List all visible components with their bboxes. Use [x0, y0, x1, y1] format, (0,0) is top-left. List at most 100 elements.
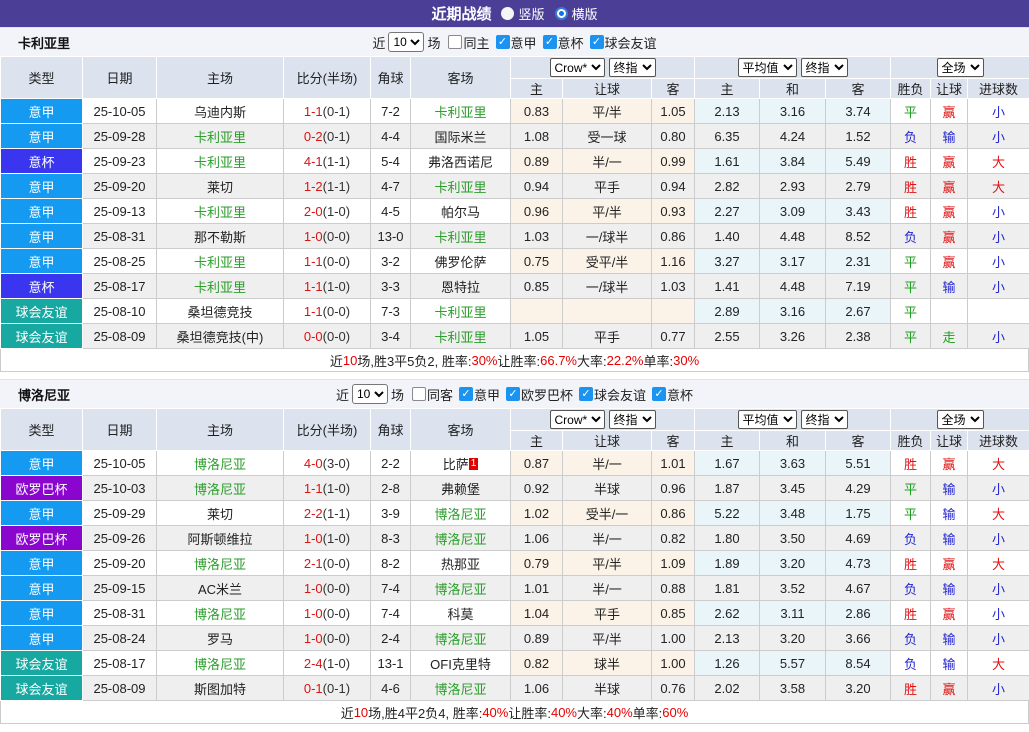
handicap-result: 赢	[930, 198, 969, 224]
summary-segment: 大率:	[577, 353, 607, 369]
average-final-select[interactable]: 终指	[800, 410, 848, 429]
home-team[interactable]: 桑坦德竞技(中)	[156, 323, 284, 349]
away-team[interactable]: 佛罗伦萨	[410, 248, 511, 274]
handicap-away-odds	[651, 298, 695, 324]
away-team[interactable]: 恩特拉	[410, 273, 511, 299]
goals-result: 小	[967, 475, 1029, 501]
score: 1-0(1-0)	[283, 525, 371, 551]
home-team[interactable]: 卡利亚里	[156, 123, 284, 149]
home-team[interactable]: 阿斯顿维拉	[156, 525, 284, 551]
average-select[interactable]: 平均值	[737, 58, 797, 77]
same-venue-checkbox[interactable]	[411, 387, 426, 401]
match-date: 25-08-17	[82, 650, 157, 676]
avg-home-odds: 2.13	[694, 625, 760, 651]
league-checkbox[interactable]: ✓	[652, 387, 667, 401]
horizontal-layout-radio[interactable]	[554, 7, 568, 20]
match-count-select[interactable]: 10	[351, 384, 388, 404]
outcome-result: 负	[890, 650, 932, 676]
handicap-result: 赢	[930, 600, 969, 626]
final-odds-select[interactable]: 终指	[608, 410, 656, 429]
match-row: 意甲 25-10-05 乌迪内斯 1-1(0-1) 7-2 卡利亚里 0.83 平/半 1.05…	[0, 98, 1029, 124]
handicap-result: 赢	[930, 248, 969, 274]
away-team[interactable]: 博洛尼亚	[410, 625, 511, 651]
average-select[interactable]: 平均值	[737, 410, 797, 429]
match-count-select[interactable]: 10	[388, 32, 425, 52]
competition-badge: 意甲	[0, 223, 83, 249]
handicap-line: 平/半	[562, 550, 652, 576]
handicap-result: 赢	[930, 450, 969, 476]
avg-away-odds: 3.43	[824, 198, 892, 224]
score: 0-1(0-1)	[283, 675, 371, 701]
corner-score: 2-4	[370, 625, 411, 651]
league-checkbox[interactable]: ✓	[589, 35, 604, 49]
home-team[interactable]: 博洛尼亚	[156, 600, 284, 626]
league-checkbox[interactable]: ✓	[458, 387, 473, 401]
final-odds-select[interactable]: 终指	[608, 58, 656, 77]
home-team[interactable]: 卡利亚里	[156, 198, 284, 224]
away-team[interactable]: 帕尔马	[410, 198, 511, 224]
scope-select[interactable]: 全场	[936, 410, 984, 429]
same-venue-checkbox[interactable]	[448, 35, 463, 49]
outcome-result: 负	[890, 123, 932, 149]
summary-segment: 近	[340, 705, 354, 721]
col-handicap-result: 让球	[930, 78, 969, 99]
handicap-line: 半/一	[562, 148, 652, 174]
away-team[interactable]: 弗洛西诺尼	[410, 148, 511, 174]
home-team[interactable]: 博洛尼亚	[156, 550, 284, 576]
away-team[interactable]: 比萨 1	[410, 450, 511, 476]
league-checkbox[interactable]: ✓	[495, 35, 510, 49]
vertical-layout-radio[interactable]	[501, 7, 515, 20]
outcome-result: 平	[890, 248, 932, 274]
home-team[interactable]: 莱切	[156, 173, 284, 199]
avg-home-odds: 1.80	[694, 525, 760, 551]
home-team[interactable]: 乌迪内斯	[156, 98, 284, 124]
away-team[interactable]: 卡利亚里	[410, 223, 511, 249]
home-team[interactable]: 桑坦德竞技	[156, 298, 284, 324]
away-team[interactable]: 热那亚	[410, 550, 511, 576]
league-checkbox[interactable]: ✓	[506, 387, 520, 401]
col-outcome: 胜负	[890, 78, 932, 99]
handicap-home-odds: 1.01	[510, 575, 563, 601]
matches-label: 场	[427, 35, 441, 51]
handicap-line: 半/一	[562, 450, 652, 476]
away-team[interactable]: 国际米兰	[410, 123, 511, 149]
results-table: 类型 日期 主场 比分(半场) 角球 客场 Crow* 终指 平均值 终指 全场 主…	[0, 56, 1029, 349]
away-team[interactable]: 博洛尼亚	[410, 575, 511, 601]
away-team[interactable]: 卡利亚里	[410, 298, 511, 324]
home-team[interactable]: 博洛尼亚	[156, 475, 284, 501]
near-label: 近	[335, 387, 349, 403]
scope-select[interactable]: 全场	[936, 58, 984, 77]
away-team[interactable]: 弗赖堡	[410, 475, 511, 501]
away-team[interactable]: 科莫	[410, 600, 511, 626]
col-home: 主场	[156, 408, 284, 451]
home-team[interactable]: 博洛尼亚	[156, 450, 284, 476]
away-team[interactable]: 博洛尼亚	[410, 500, 511, 526]
league-checkbox[interactable]: ✓	[579, 387, 594, 401]
handicap-home-odds: 1.06	[510, 525, 563, 551]
away-team[interactable]: OFI克里特	[410, 650, 511, 676]
league-label: 意杯	[557, 35, 584, 51]
competition-badge: 意甲	[0, 123, 83, 149]
home-team[interactable]: 卡利亚里	[156, 148, 284, 174]
away-team[interactable]: 卡利亚里	[410, 98, 511, 124]
league-checkbox[interactable]: ✓	[542, 35, 557, 49]
home-team[interactable]: 卡利亚里	[156, 273, 284, 299]
home-team[interactable]: 那不勒斯	[156, 223, 284, 249]
away-team[interactable]: 卡利亚里	[410, 173, 511, 199]
away-team[interactable]: 博洛尼亚	[410, 525, 511, 551]
home-team[interactable]: 莱切	[156, 500, 284, 526]
average-final-select[interactable]: 终指	[800, 58, 848, 77]
home-team[interactable]: AC米兰	[156, 575, 284, 601]
home-team[interactable]: 斯图加特	[156, 675, 284, 701]
goals-result: 小	[967, 123, 1029, 149]
home-team[interactable]: 博洛尼亚	[156, 650, 284, 676]
avg-draw-odds: 3.16	[759, 298, 826, 324]
home-team[interactable]: 卡利亚里	[156, 248, 284, 274]
away-team[interactable]: 卡利亚里	[410, 323, 511, 349]
match-date: 25-09-20	[82, 173, 157, 199]
bookmaker-select[interactable]: Crow*	[549, 58, 605, 77]
bookmaker-select[interactable]: Crow*	[549, 410, 605, 429]
away-team[interactable]: 博洛尼亚	[410, 675, 511, 701]
home-team[interactable]: 罗马	[156, 625, 284, 651]
avg-draw-odds: 3.52	[759, 575, 826, 601]
